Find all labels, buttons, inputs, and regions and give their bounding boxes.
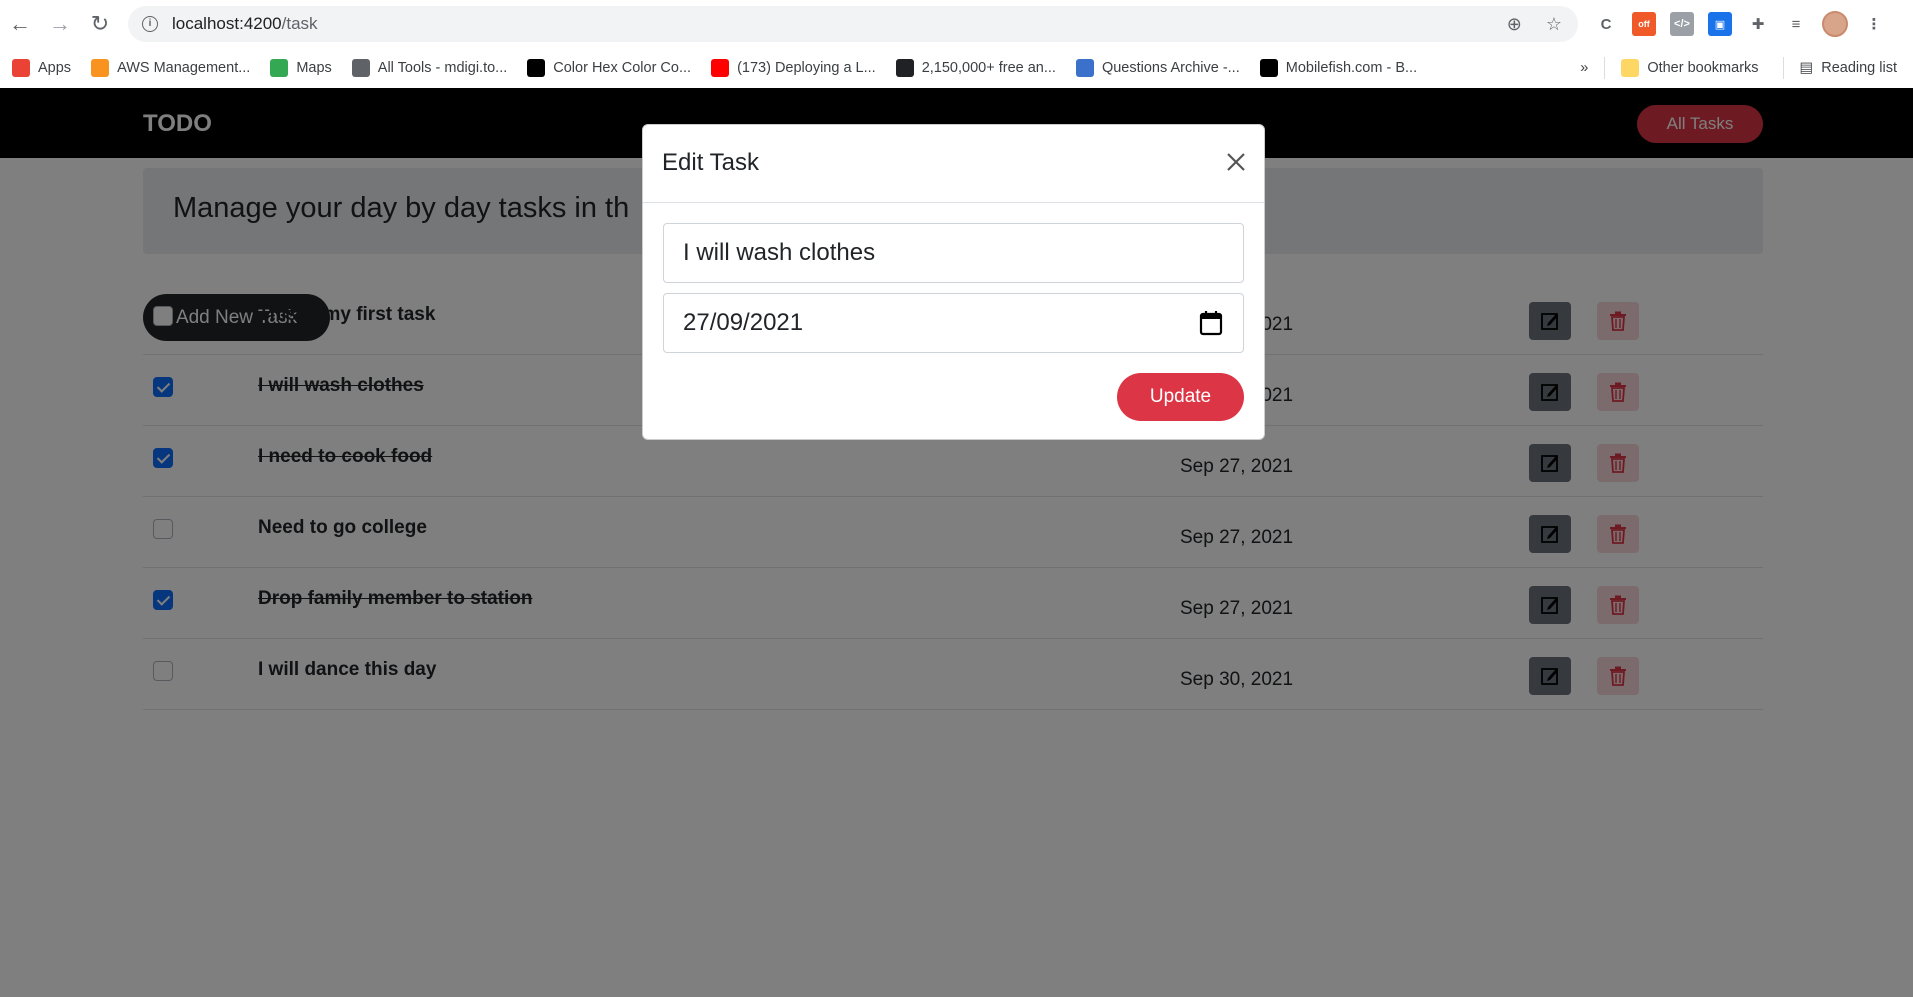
bookmark-label: Color Hex Color Co... bbox=[553, 60, 692, 76]
menu-dots-icon[interactable]: ⋮ bbox=[1862, 12, 1886, 36]
bookmark-label: AWS Management... bbox=[117, 60, 251, 76]
bookmarks-bar: Apps AWS Management... Maps All Tools - mdi… bbox=[0, 48, 1913, 88]
zoom-icon[interactable]: ⊕ bbox=[1507, 14, 1522, 35]
extension-off-icon[interactable]: off bbox=[1632, 12, 1656, 36]
bookmark-item[interactable]: AWS Management... bbox=[91, 59, 250, 77]
extension-code-icon[interactable]: </> bbox=[1670, 12, 1694, 36]
apps-grid-icon bbox=[12, 59, 30, 77]
bookmarks-divider bbox=[1604, 57, 1606, 79]
bookmark-label: Mobilefish.com - B... bbox=[1285, 60, 1418, 76]
reading-list-icon: ▤ bbox=[1799, 60, 1814, 76]
reload-icon[interactable]: ↻ bbox=[80, 0, 120, 48]
site-info-icon[interactable]: i bbox=[142, 16, 158, 32]
forward-icon[interactable]: → bbox=[40, 0, 80, 48]
calendar-icon[interactable] bbox=[1199, 310, 1223, 336]
other-bookmarks-label: Other bookmarks bbox=[1647, 60, 1759, 76]
maps-pin-icon bbox=[270, 59, 289, 77]
url-host: localhost:4200 bbox=[172, 14, 282, 33]
url-text[interactable]: localhost:4200/task bbox=[172, 14, 318, 34]
colorhex-icon bbox=[527, 59, 546, 77]
bookmark-label: All Tools - mdigi.to... bbox=[377, 60, 508, 76]
more-bookmarks-icon[interactable]: » bbox=[1580, 60, 1588, 76]
bookmark-label: 2,150,000+ free an... bbox=[921, 60, 1056, 76]
bookmark-item[interactable]: (173) Deploying a L... bbox=[711, 59, 876, 77]
avatar[interactable] bbox=[1822, 11, 1848, 37]
media-list-icon[interactable]: ≡ bbox=[1784, 12, 1808, 36]
bookmarks-divider bbox=[1782, 57, 1784, 79]
task-date-input[interactable]: 27/09/2021 bbox=[663, 293, 1244, 353]
date-value: 27/09/2021 bbox=[683, 309, 804, 336]
aws-icon bbox=[91, 59, 110, 77]
bookmark-item[interactable]: All Tools - mdigi.to... bbox=[351, 59, 508, 77]
bookmark-label: Maps bbox=[296, 60, 332, 76]
other-bookmarks-folder[interactable]: Other bookmarks bbox=[1621, 59, 1759, 77]
bookmark-label: Questions Archive -... bbox=[1101, 60, 1240, 76]
bookmark-item[interactable]: Questions Archive -... bbox=[1075, 59, 1240, 77]
back-icon[interactable]: ← bbox=[0, 0, 40, 48]
bookmark-label: Apps bbox=[38, 60, 72, 76]
reading-list-label: Reading list bbox=[1821, 60, 1897, 76]
address-bar[interactable]: i localhost:4200/task ⊕ ☆ bbox=[128, 6, 1578, 42]
task-title-input[interactable]: I will wash clothes bbox=[663, 223, 1244, 283]
modal-title: Edit Task bbox=[662, 149, 759, 176]
folder-icon bbox=[1621, 59, 1640, 77]
extension-box-icon[interactable]: ▣ bbox=[1708, 12, 1732, 36]
reading-list-button[interactable]: ▤ Reading list bbox=[1800, 60, 1897, 76]
bookmark-item[interactable]: 2,150,000+ free an... bbox=[895, 59, 1056, 77]
bookmark-item[interactable]: Apps bbox=[12, 59, 71, 77]
close-icon[interactable] bbox=[1221, 147, 1251, 177]
url-path: /task bbox=[281, 14, 318, 33]
bookmark-item[interactable]: Color Hex Color Co... bbox=[527, 59, 691, 77]
bookmark-star-icon[interactable]: ☆ bbox=[1546, 14, 1562, 35]
freepik-icon bbox=[895, 59, 914, 77]
extension-c-icon[interactable]: C bbox=[1594, 12, 1618, 36]
bookmark-item[interactable]: Mobilefish.com - B... bbox=[1259, 59, 1418, 77]
mdb-icon bbox=[1075, 59, 1094, 77]
youtube-icon bbox=[711, 59, 730, 77]
browser-toolbar: ← → ↻ i localhost:4200/task ⊕ ☆ C off </… bbox=[0, 0, 1913, 48]
update-button[interactable]: Update bbox=[1117, 373, 1244, 421]
extensions-puzzle-icon[interactable]: ✚ bbox=[1746, 12, 1770, 36]
edit-task-modal: Edit Task I will wash clothes 27/09/2021… bbox=[642, 124, 1265, 440]
tools-icon bbox=[351, 59, 370, 77]
bookmark-label: (173) Deploying a L... bbox=[737, 60, 876, 76]
bookmark-item[interactable]: Maps bbox=[270, 59, 332, 77]
mobilefish-icon bbox=[1259, 59, 1278, 77]
modal-header: Edit Task bbox=[643, 125, 1264, 203]
